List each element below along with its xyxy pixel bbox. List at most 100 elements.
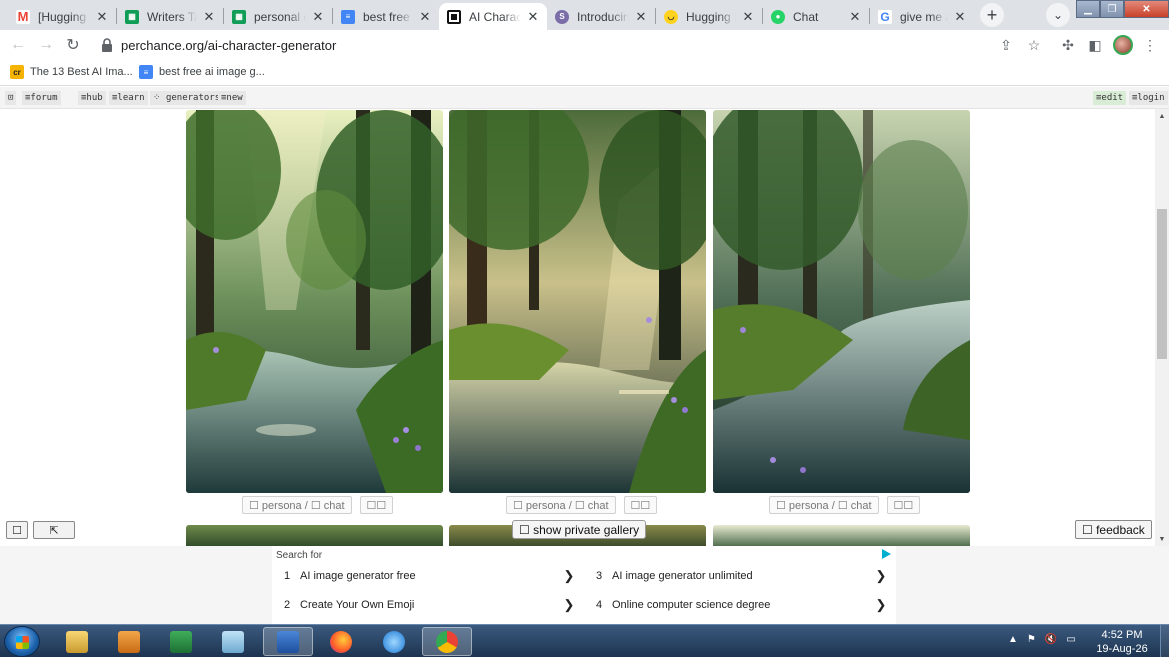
ad-area: Search for 1 AI image generator free ❯ 3… bbox=[0, 546, 1169, 624]
close-window-button[interactable]: ✕ bbox=[1124, 0, 1169, 18]
tab-title: best free ai bbox=[363, 9, 413, 24]
chevron-right-icon: ❯ bbox=[875, 568, 887, 583]
close-icon[interactable]: ✕ bbox=[525, 9, 541, 25]
more-button[interactable]: ☐☐ bbox=[623, 496, 658, 514]
hugging-face-icon: ◡ bbox=[664, 9, 678, 24]
close-icon[interactable]: ✕ bbox=[417, 9, 433, 25]
minimize-button[interactable]: ▁ bbox=[1076, 0, 1100, 18]
ad-item[interactable]: 3 AI image generator unlimited ❯ bbox=[588, 566, 888, 586]
nav-login[interactable]: ≡login bbox=[1129, 91, 1168, 105]
firefox-icon[interactable] bbox=[316, 627, 366, 656]
persona-chat-button[interactable]: ☐ persona / ☐ chat bbox=[769, 496, 879, 514]
reload-button[interactable]: ↻ bbox=[63, 35, 83, 55]
perchance-icon bbox=[447, 9, 461, 24]
nav-new[interactable]: ≡new bbox=[218, 91, 246, 105]
menu-icon[interactable]: ⋮ bbox=[1141, 36, 1159, 54]
docs-icon: ≡ bbox=[341, 9, 355, 24]
volume-muted-icon[interactable]: 🔇 bbox=[1045, 634, 1057, 645]
close-icon[interactable]: ✕ bbox=[633, 9, 649, 25]
tab-ai-character[interactable]: AI Characte ✕ bbox=[439, 3, 547, 30]
nav-edit[interactable]: ≡edit bbox=[1093, 91, 1127, 105]
ie-icon[interactable] bbox=[369, 627, 419, 656]
scroll-thumb[interactable] bbox=[1157, 209, 1167, 359]
ad-item[interactable]: 2 Create Your Own Emoji ❯ bbox=[276, 595, 576, 615]
tab-search-button[interactable]: ⌄ bbox=[1046, 3, 1070, 27]
maximize-button[interactable]: ❐ bbox=[1100, 0, 1124, 18]
close-icon[interactable]: ✕ bbox=[952, 9, 968, 25]
tab-personal[interactable]: ▦ personal e ✕ bbox=[224, 3, 332, 30]
back-button[interactable]: ← bbox=[8, 35, 28, 55]
scroll-up-icon[interactable]: ▲ bbox=[1155, 109, 1169, 123]
close-icon[interactable]: ✕ bbox=[847, 9, 863, 25]
image-actions: ☐ persona / ☐ chat ☐☐ bbox=[242, 496, 394, 514]
side-panel-icon[interactable]: ◧ bbox=[1086, 36, 1104, 54]
page-scrollbar[interactable]: ▲ ▼ bbox=[1155, 109, 1169, 546]
ad-item-number: 1 bbox=[284, 570, 291, 582]
word-icon[interactable] bbox=[263, 627, 313, 656]
expand-button[interactable]: ⇱ bbox=[33, 521, 75, 539]
media-player-icon[interactable] bbox=[104, 627, 154, 656]
ad-item[interactable]: 1 AI image generator free ❯ bbox=[276, 566, 576, 586]
adchoices-icon[interactable] bbox=[882, 549, 891, 559]
network-icon[interactable]: ▭ bbox=[1066, 634, 1075, 645]
share-icon[interactable]: ⇪ bbox=[997, 36, 1015, 54]
tab-title: give me a g bbox=[900, 9, 948, 24]
close-icon[interactable]: ✕ bbox=[740, 9, 756, 25]
tab-google[interactable]: G give me a g ✕ bbox=[870, 3, 974, 30]
generated-image[interactable] bbox=[449, 110, 706, 493]
chevron-right-icon: ❯ bbox=[875, 597, 887, 612]
forward-button[interactable]: → bbox=[36, 35, 56, 55]
show-desktop-button[interactable] bbox=[1160, 625, 1169, 657]
extensions-icon[interactable]: ✣ bbox=[1059, 36, 1077, 54]
cr-icon: cr bbox=[10, 65, 24, 79]
notepad-icon[interactable] bbox=[208, 627, 258, 656]
toggle-button[interactable]: ☐ bbox=[6, 521, 28, 539]
ad-item[interactable]: 4 Online computer science degree ❯ bbox=[588, 595, 888, 615]
ad-item-text: Create Your Own Emoji bbox=[300, 599, 415, 611]
bookmark-item[interactable]: cr The 13 Best AI Ima... bbox=[10, 65, 133, 79]
close-icon[interactable]: ✕ bbox=[94, 9, 110, 25]
close-icon[interactable]: ✕ bbox=[201, 9, 217, 25]
generated-image[interactable] bbox=[186, 110, 443, 493]
nav-forum[interactable]: ≡forum bbox=[22, 91, 61, 105]
chrome-icon[interactable] bbox=[422, 627, 472, 656]
excel-icon[interactable] bbox=[156, 627, 206, 656]
explorer-icon[interactable] bbox=[52, 627, 102, 656]
bookmark-label: best free ai image g... bbox=[159, 66, 265, 78]
bookmark-item[interactable]: ≡ best free ai image g... bbox=[139, 65, 265, 79]
show-private-gallery-button[interactable]: ☐ show private gallery bbox=[512, 520, 647, 539]
new-tab-button[interactable]: + bbox=[980, 3, 1004, 27]
persona-chat-button[interactable]: ☐ persona / ☐ chat bbox=[242, 496, 352, 514]
tab-writers[interactable]: ▦ Writers Tas ✕ bbox=[117, 3, 223, 30]
image-actions: ☐ persona / ☐ chat ☐☐ bbox=[769, 496, 921, 514]
more-button[interactable]: ☐☐ bbox=[886, 496, 921, 514]
tab-gmail[interactable]: M [Hugging Fa ✕ bbox=[8, 3, 116, 30]
window-controls: ▁ ❐ ✕ bbox=[1076, 0, 1169, 18]
feedback-button[interactable]: ☐ feedback bbox=[1075, 520, 1152, 539]
address-bar[interactable]: perchance.org/ai-character-generator bbox=[121, 38, 336, 53]
start-button[interactable] bbox=[4, 626, 40, 657]
persona-chat-button[interactable]: ☐ persona / ☐ chat bbox=[506, 496, 616, 514]
clock[interactable]: 4:52 PM 19-Aug-26 bbox=[1092, 628, 1152, 656]
lock-icon[interactable] bbox=[101, 38, 113, 52]
tab-best-free-ai[interactable]: ≡ best free ai ✕ bbox=[333, 3, 439, 30]
tab-title: Chat bbox=[793, 9, 843, 24]
bookmark-star-icon[interactable]: ☆ bbox=[1025, 36, 1043, 54]
tab-hugging-face[interactable]: ◡ Hugging Fa ✕ bbox=[656, 3, 762, 30]
scroll-down-icon[interactable]: ▼ bbox=[1155, 532, 1169, 546]
flag-icon[interactable]: ⚑ bbox=[1027, 634, 1036, 645]
nav-learn[interactable]: ≡learn bbox=[109, 91, 148, 105]
tab-title: Introducing bbox=[577, 9, 629, 24]
nav-generators[interactable]: ⁘ generators bbox=[150, 91, 224, 105]
tab-chat[interactable]: ● Chat ✕ bbox=[763, 3, 869, 30]
generated-image[interactable] bbox=[186, 525, 443, 546]
nav-menu-button[interactable]: ⊡ bbox=[5, 91, 17, 105]
profile-avatar[interactable] bbox=[1113, 35, 1133, 55]
generated-image[interactable] bbox=[713, 110, 970, 493]
tray-arrow-icon[interactable]: ▲ bbox=[1008, 634, 1018, 645]
more-button[interactable]: ☐☐ bbox=[359, 496, 394, 514]
nav-hub[interactable]: ≡hub bbox=[78, 91, 106, 105]
generated-image[interactable] bbox=[713, 525, 970, 546]
tab-introducing[interactable]: S Introducing ✕ bbox=[547, 3, 655, 30]
close-icon[interactable]: ✕ bbox=[310, 9, 326, 25]
